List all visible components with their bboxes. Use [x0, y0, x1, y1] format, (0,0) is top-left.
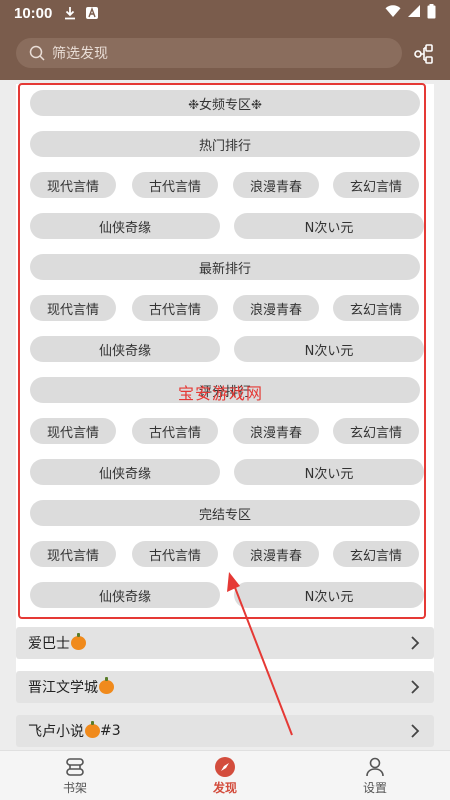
genre-pill[interactable]: 玄幻言情 — [333, 172, 419, 198]
compass-icon — [215, 756, 235, 777]
battery-icon — [427, 3, 436, 23]
genre-pill[interactable]: 现代言情 — [30, 295, 116, 321]
genre-pill[interactable]: 仙侠奇缘 — [30, 336, 220, 362]
nav-discover[interactable]: 发现 — [150, 751, 300, 800]
genre-pill[interactable]: 现代言情 — [30, 418, 116, 444]
genre-pill[interactable]: N次い元 — [234, 213, 424, 239]
status-time: 10:00 — [14, 4, 53, 22]
chevron-right-icon — [411, 680, 420, 694]
source-suffix: #3 — [100, 723, 121, 739]
latest-rank-pill[interactable]: 最新排行 — [30, 254, 420, 280]
bookshelf-icon — [66, 757, 84, 776]
section-title-pill[interactable]: ❉女频专区❉ — [30, 90, 420, 116]
nav-label: 书架 — [62, 780, 87, 795]
genre-pill[interactable]: 浪漫青春 — [233, 172, 319, 198]
app-header: 筛选发现 — [0, 26, 450, 80]
watermark-text: 宝安游戏网 — [178, 384, 264, 403]
nav-label: 发现 — [212, 780, 237, 795]
nav-settings[interactable]: 设置 — [300, 751, 450, 800]
genre-pill[interactable]: 玄幻言情 — [333, 418, 419, 444]
nav-bookshelf[interactable]: 书架 — [0, 751, 150, 800]
chevron-right-icon — [411, 724, 420, 738]
genre-pill[interactable]: N次い元 — [234, 459, 424, 485]
genre-pill[interactable]: 玄幻言情 — [333, 541, 419, 567]
search-placeholder: 筛选发现 — [52, 46, 108, 62]
nav-label: 设置 — [362, 780, 387, 795]
genre-pill[interactable]: 仙侠奇缘 — [30, 582, 220, 608]
source-row[interactable]: 爱巴士 — [16, 627, 434, 659]
status-bar: 10:00 — [0, 0, 450, 26]
genre-pill[interactable]: 仙侠奇缘 — [30, 459, 220, 485]
genre-pill[interactable]: 浪漫青春 — [233, 295, 319, 321]
genre-pill[interactable]: 古代言情 — [132, 418, 218, 444]
bottom-navigation: 书架 发现 设置 — [0, 750, 450, 800]
pumpkin-icon — [71, 633, 86, 650]
pumpkin-icon — [99, 677, 114, 694]
signal-icon — [407, 4, 421, 22]
group-icon — [414, 44, 433, 64]
genre-pill[interactable]: 现代言情 — [30, 172, 116, 198]
genre-pill[interactable]: 浪漫青春 — [233, 418, 319, 444]
search-input[interactable]: 筛选发现 — [16, 38, 402, 68]
genre-pill[interactable]: N次い元 — [234, 582, 424, 608]
source-row[interactable]: 晋江文学城 — [16, 671, 434, 703]
genre-pill[interactable]: 现代言情 — [30, 541, 116, 567]
genre-pill[interactable]: N次い元 — [234, 336, 424, 362]
source-label: 晋江文学城 — [28, 680, 98, 696]
genre-pill[interactable]: 古代言情 — [132, 172, 218, 198]
genre-pill[interactable]: 古代言情 — [132, 541, 218, 567]
wifi-icon — [385, 4, 401, 22]
group-filter-button[interactable] — [410, 40, 438, 68]
source-row[interactable]: 飞卢小说 #3 — [16, 715, 434, 747]
source-label: 爱巴士 — [28, 636, 70, 652]
genre-pill[interactable]: 玄幻言情 — [333, 295, 419, 321]
completed-section-pill[interactable]: 完结专区 — [30, 500, 420, 526]
genre-pill[interactable]: 浪漫青春 — [233, 541, 319, 567]
genre-pill[interactable]: 仙侠奇缘 — [30, 213, 220, 239]
pumpkin-icon — [85, 721, 100, 738]
search-icon — [29, 45, 45, 61]
person-icon — [366, 757, 384, 776]
chevron-right-icon — [411, 636, 420, 650]
genre-pill[interactable]: 古代言情 — [132, 295, 218, 321]
hot-rank-pill[interactable]: 热门排行 — [30, 131, 420, 157]
app-notification-icon — [84, 5, 100, 21]
download-icon — [62, 5, 78, 21]
source-label: 飞卢小说 — [28, 724, 84, 740]
